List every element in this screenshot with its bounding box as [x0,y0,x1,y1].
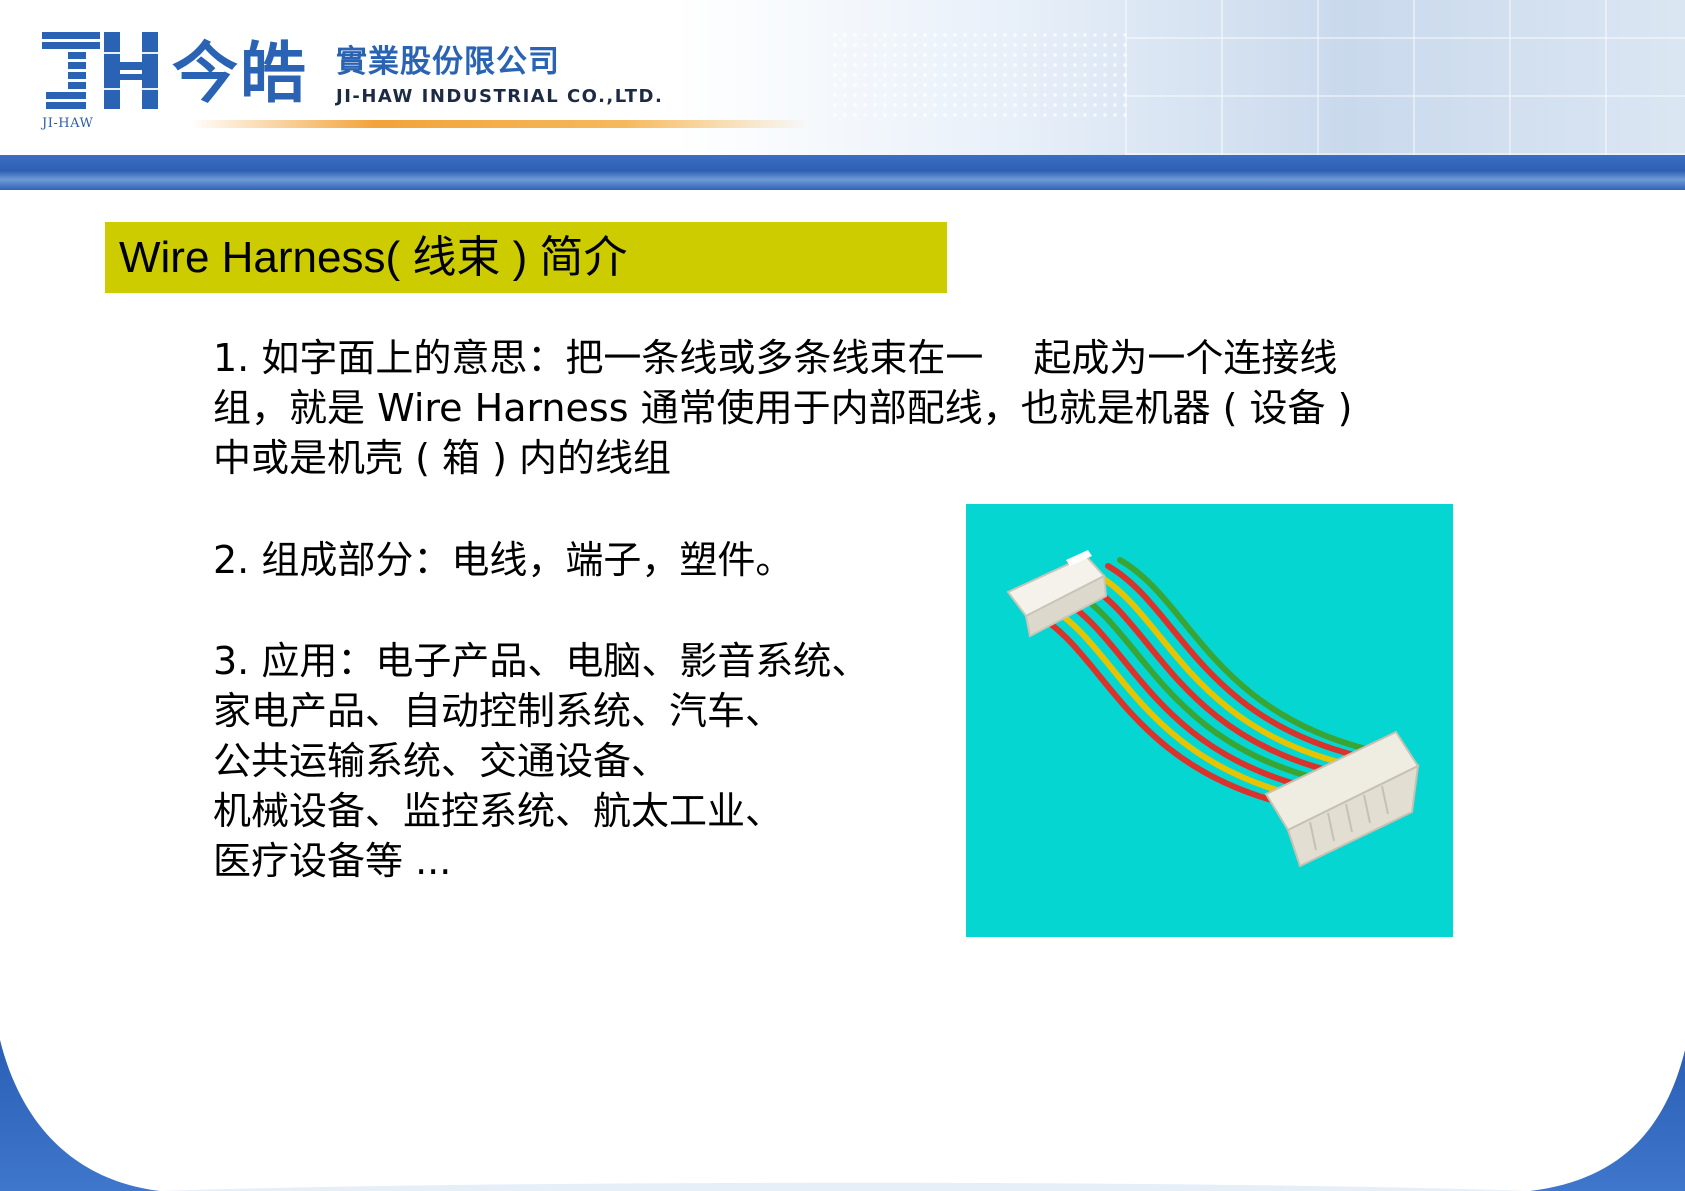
jh-logo-icon [42,32,158,109]
header-banner: JI-HAW 今皓 實業股份限公司 JI-HAW INDUSTRIAL CO.,… [0,0,1685,155]
dot-decoration [830,30,1130,120]
company-name-chinese: 實業股份限公司 [336,44,560,80]
company-name-english: JI-HAW INDUSTRIAL CO.,LTD. [336,86,664,107]
slide-title-box: Wire Harness( 线束 ) 简介 [105,222,947,293]
paragraph-applications: 3. 应用：电子产品、电脑、影音系统、 家电产品、自动控制系统、汽车、 公共运输… [213,636,933,886]
wire-harness-photo [966,504,1453,937]
bottom-wave-decoration [0,1040,1685,1191]
slide-title: Wire Harness( 线束 ) 简介 [119,233,628,282]
logo-subtext: JI-HAW [42,116,94,131]
paragraph-line: 公共运输系统、交通设备、 [213,739,670,783]
paragraph-components: 2. 组成部分：电线，端子，塑件。 [213,535,913,585]
paragraph-line: 机械设备、监控系统、航太工业、 [213,789,784,833]
paragraph-line: 2. 组成部分：电线，端子，塑件。 [213,538,794,582]
paragraph-definition: 1. 如字面上的意思：把一条线或多条线束在一 起成为一个连接线 组，就是 Wir… [213,333,1483,483]
paragraph-line: 组，就是 Wire Harness 通常使用于内部配线，也就是机器 ( 设备 ) [213,386,1353,430]
paragraph-line: 1. 如字面上的意思：把一条线或多条线束在一 起成为一个连接线 [213,336,1338,380]
paragraph-line: 3. 应用：电子产品、电脑、影音系统、 [213,639,870,683]
grid-decoration [1125,0,1685,155]
orange-accent-line [190,120,810,128]
header-blue-band [0,155,1685,190]
paragraph-line: 中或是机壳 ( 箱 ) 内的线组 [213,436,671,480]
paragraph-line: 家电产品、自动控制系统、汽车、 [213,689,784,733]
paragraph-line: 医疗设备等 ... [213,839,452,883]
logo-chinese-name: 今皓 [172,35,308,112]
wire-harness-image [1006,550,1420,868]
